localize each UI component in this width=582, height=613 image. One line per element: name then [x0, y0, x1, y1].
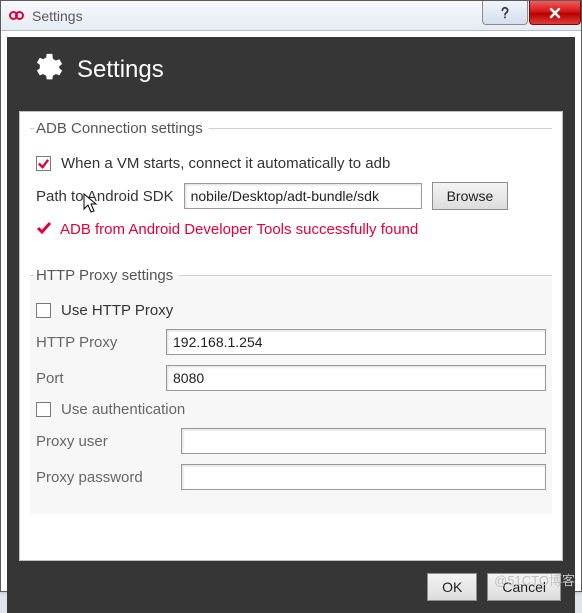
sdk-path-input[interactable]	[184, 183, 422, 209]
titlebar: Settings	[1, 1, 581, 31]
banner: Settings	[7, 37, 575, 100]
proxy-user-label: Proxy user	[36, 433, 171, 450]
content-area: ADB Connection settings When a VM starts…	[19, 111, 563, 561]
proxy-port-input[interactable]	[166, 365, 546, 391]
dialog-body: Settings ADB Connection settings When a …	[7, 37, 575, 613]
http-group: HTTP Proxy settings Use HTTP Proxy HTTP …	[30, 267, 552, 514]
use-proxy-checkbox[interactable]	[36, 303, 51, 318]
page-title: Settings	[77, 56, 164, 84]
use-auth-checkbox[interactable]	[36, 402, 51, 417]
gear-icon	[29, 51, 63, 88]
checkmark-icon	[36, 220, 52, 239]
settings-window: Settings Settings ADB Connection setting…	[0, 0, 582, 592]
cancel-button[interactable]: Cancel	[487, 573, 561, 601]
auto-connect-label: When a VM starts, connect it automatical…	[61, 155, 390, 172]
use-auth-label: Use authentication	[61, 401, 185, 418]
proxy-port-label: Port	[36, 370, 156, 387]
proxy-user-input[interactable]	[181, 428, 546, 454]
adb-status-text: ADB from Android Developer Tools success…	[60, 221, 418, 238]
sdk-path-label: Path to Android SDK	[36, 188, 174, 205]
use-proxy-label: Use HTTP Proxy	[61, 302, 173, 319]
window-title: Settings	[32, 8, 83, 24]
proxy-host-label: HTTP Proxy	[36, 334, 156, 351]
proxy-password-input[interactable]	[181, 464, 546, 490]
adb-group: ADB Connection settings When a VM starts…	[30, 120, 552, 259]
adb-legend: ADB Connection settings	[34, 120, 209, 137]
proxy-host-input[interactable]	[166, 329, 546, 355]
proxy-password-label: Proxy password	[36, 469, 171, 486]
close-button[interactable]	[529, 1, 581, 25]
http-legend: HTTP Proxy settings	[34, 267, 179, 284]
app-logo-icon	[9, 11, 24, 20]
ok-button[interactable]: OK	[427, 573, 477, 601]
help-button[interactable]	[482, 1, 528, 25]
dialog-buttons: OK Cancel	[427, 573, 561, 601]
auto-connect-checkbox[interactable]	[36, 156, 51, 171]
browse-button[interactable]: Browse	[432, 182, 509, 210]
